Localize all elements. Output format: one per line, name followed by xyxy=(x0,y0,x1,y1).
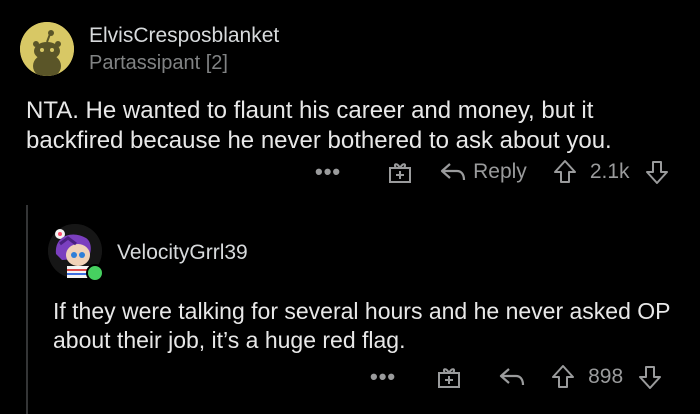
more-icon[interactable]: ••• xyxy=(315,159,341,185)
reply-body: If they were talking for several hours a… xyxy=(53,298,671,353)
reply-icon[interactable] xyxy=(498,365,526,389)
award-icon[interactable] xyxy=(436,364,462,390)
reply-label: Reply xyxy=(473,160,527,183)
comment-body: NTA. He wanted to flaunt his career and … xyxy=(26,97,612,154)
upvote-icon[interactable] xyxy=(552,159,578,185)
reply-icon xyxy=(441,163,466,181)
snoo-avatar-icon[interactable] xyxy=(20,22,74,76)
thread-line[interactable] xyxy=(26,205,28,414)
more-icon[interactable]: ••• xyxy=(370,364,396,390)
vote-score: 2.1k xyxy=(589,160,630,183)
downvote-icon[interactable] xyxy=(644,159,670,185)
reply-action-bar: ••• 898 xyxy=(370,364,663,390)
downvote-icon[interactable] xyxy=(637,364,663,390)
comment-username[interactable]: ElvisCresposblanket xyxy=(89,24,279,48)
award-icon[interactable] xyxy=(387,159,413,185)
upvote-icon[interactable] xyxy=(550,364,576,390)
user-flair: Partassipant [2] xyxy=(89,52,228,74)
online-status-icon xyxy=(86,264,104,282)
reply-button[interactable]: Reply xyxy=(439,160,527,184)
comment-action-bar: ••• Reply 2.1k xyxy=(315,159,670,185)
reply-username[interactable]: VelocityGrrl39 xyxy=(117,241,248,265)
vote-score: 898 xyxy=(588,365,624,388)
